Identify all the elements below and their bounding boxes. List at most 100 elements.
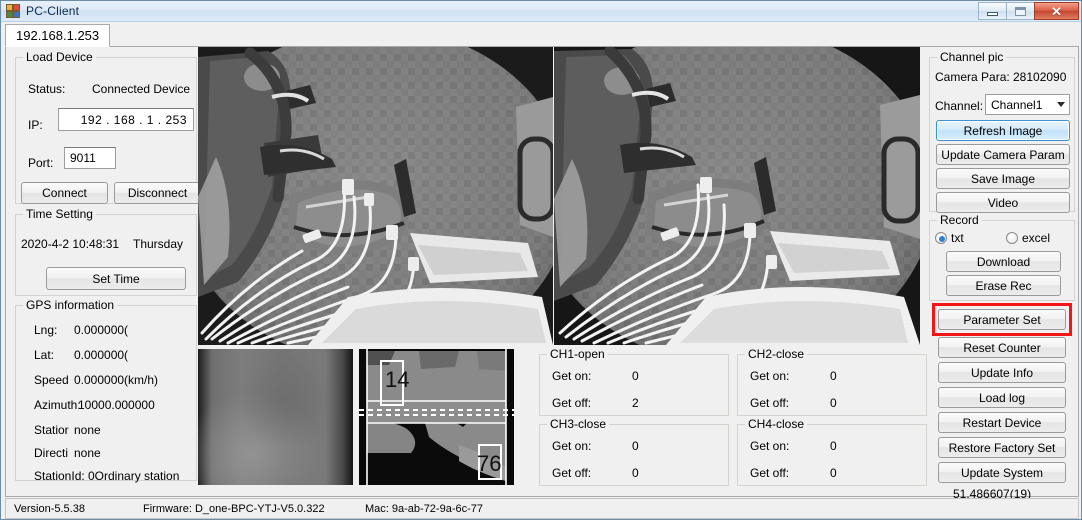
minimize-icon: [987, 11, 998, 16]
radio-unselected-icon: [1006, 232, 1018, 244]
channel-pic-group: Channel pic Camera Para: 28102090 Channe…: [929, 50, 1075, 213]
update-system-button[interactable]: Update System: [938, 462, 1066, 483]
ch2-legend: CH2-close: [745, 347, 808, 361]
ch2-get-off-value: 0: [830, 396, 837, 410]
record-format-txt-radio[interactable]: txt: [935, 231, 964, 245]
restart-device-button[interactable]: Restart Device: [938, 412, 1066, 433]
ip-label: IP:: [28, 118, 43, 132]
ch3-group: CH3-close Get on: 0 Get off: 0: [539, 417, 729, 486]
ch3-get-on-label: Get on:: [552, 439, 592, 453]
gps-row-label-4: Statior: [34, 423, 69, 437]
gps-row-value-0: 0.000000(: [74, 323, 129, 337]
ch1-get-on-label: Get on:: [552, 369, 592, 383]
gps-legend: GPS information: [23, 298, 118, 312]
thumbnail-depth-canvas: 14 76: [359, 349, 514, 485]
maximize-button[interactable]: [1006, 2, 1035, 20]
camera-para-label: Camera Para:: [935, 70, 1010, 84]
channel-select[interactable]: Channel1: [985, 94, 1070, 115]
gps-row-value-6: 0Ordinary station: [88, 469, 180, 483]
time-setting-legend: Time Setting: [23, 207, 96, 221]
current-datetime: 2020-4-2 10:48:31: [21, 237, 120, 251]
load-device-legend: Load Device: [23, 50, 96, 64]
load-device-group: Load Device Status: Connected Device IP:…: [15, 50, 201, 204]
gps-row-label-1: Lat:: [34, 348, 55, 362]
save-image-button[interactable]: Save Image: [936, 168, 1070, 189]
app-icon: [5, 3, 21, 19]
channel-select-value: Channel1: [991, 97, 1043, 112]
ip-input[interactable]: 192 . 168 . 1 . 253: [58, 108, 194, 131]
gps-row-label-2: Speed: [34, 373, 69, 387]
camera-view-left[interactable]: [198, 47, 553, 345]
erase-rec-button[interactable]: Erase Rec: [946, 275, 1061, 296]
status-bar: Version-5.5.38 Firmware: D_one-BPC-YTJ-V…: [5, 498, 1079, 519]
ch4-legend: CH4-close: [745, 417, 808, 431]
record-format-excel-label: excel: [1022, 231, 1051, 245]
gps-row-label-6: StationId:: [34, 469, 85, 483]
camera-para-value: 28102090: [1013, 70, 1067, 84]
ch1-get-off-value: 2: [632, 396, 639, 410]
overlay-count-top: 14: [385, 367, 409, 392]
ch3-get-off-label: Get off:: [552, 466, 592, 480]
ch2-group: CH2-close Get on: 0 Get off: 0: [737, 347, 927, 416]
maximize-icon: [1015, 6, 1026, 16]
ch1-get-off-label: Get off:: [552, 396, 592, 410]
gps-row-value-4: none: [74, 423, 101, 437]
chevron-down-icon[interactable]: [1052, 95, 1069, 114]
record-group: Record txt excel Download Erase Rec: [929, 213, 1075, 301]
channel-pic-legend: Channel pic: [937, 50, 1007, 64]
disconnect-button[interactable]: Disconnect: [114, 182, 201, 204]
reset-counter-button[interactable]: Reset Counter: [938, 337, 1066, 358]
refresh-image-button[interactable]: Refresh Image: [936, 120, 1070, 141]
current-weekday: Thursday: [133, 237, 184, 251]
ch3-get-on-value: 0: [632, 439, 639, 453]
ch4-get-off-label: Get off:: [750, 466, 790, 480]
radio-selected-icon: [935, 232, 947, 244]
ch2-get-on-label: Get on:: [750, 369, 790, 383]
update-info-button[interactable]: Update Info: [938, 362, 1066, 383]
window-title: PC-Client: [26, 4, 80, 18]
status-value: Connected Device: [92, 82, 191, 96]
time-setting-group: Time Setting 2020-4-2 10:48:31 Thursday …: [15, 207, 197, 296]
record-legend: Record: [937, 213, 982, 227]
update-camera-param-button[interactable]: Update Camera Param: [936, 144, 1070, 165]
gps-row-value-5: none: [74, 446, 101, 460]
ch1-group: CH1-open Get on: 0 Get off: 2: [539, 347, 729, 416]
status-firmware: Firmware: D_one-BPC-YTJ-V5.0.322: [143, 503, 325, 515]
gps-row-label-5: Directi: [34, 446, 69, 460]
camera-left-image: [198, 47, 553, 345]
camera-right-image: [554, 47, 920, 345]
download-button[interactable]: Download: [946, 251, 1061, 272]
window-controls: ✕: [978, 2, 1079, 20]
ch4-get-on-label: Get on:: [750, 439, 790, 453]
minimize-button[interactable]: [978, 2, 1007, 20]
video-button[interactable]: Video: [936, 192, 1070, 213]
thumbnail-depth-image[interactable]: 14 76: [359, 349, 514, 485]
port-input[interactable]: 9011: [64, 147, 116, 169]
tab-strip: 192.168.1.253: [5, 23, 1079, 47]
gps-row-label-3: Azimuth:: [34, 398, 81, 412]
port-label: Port:: [28, 156, 54, 170]
record-format-txt-label: txt: [951, 231, 964, 245]
status-mac: Mac: 9a-ab-72-9a-6c-77: [365, 503, 484, 515]
close-icon: ✕: [1051, 3, 1062, 19]
gps-row-value-3: 10000.000000: [78, 398, 155, 412]
thumbnail-gray-image[interactable]: [198, 349, 353, 485]
gps-row-value-2: 0.000000(km/h): [74, 373, 159, 387]
application-window: PC-Client ✕ 192.168.1.253 Load Device St…: [0, 0, 1082, 520]
parameter-set-button[interactable]: Parameter Set: [938, 309, 1066, 330]
gps-row-value-1: 0.000000(: [74, 348, 129, 362]
ch3-legend: CH3-close: [547, 417, 610, 431]
title-bar: PC-Client ✕: [1, 1, 1081, 22]
tab-192-168-1-253[interactable]: 192.168.1.253: [5, 24, 111, 47]
record-format-excel-radio[interactable]: excel: [1006, 231, 1050, 245]
gps-row-label-0: Lng:: [34, 323, 58, 337]
ch3-get-off-value: 0: [632, 466, 639, 480]
close-button[interactable]: ✕: [1034, 2, 1079, 20]
load-log-button[interactable]: Load log: [938, 387, 1066, 408]
ch1-legend: CH1-open: [547, 347, 608, 361]
connect-button[interactable]: Connect: [21, 182, 108, 204]
camera-view-right[interactable]: [554, 47, 920, 345]
restore-factory-set-button[interactable]: Restore Factory Set: [938, 437, 1066, 458]
set-time-button[interactable]: Set Time: [46, 267, 186, 290]
ch2-get-on-value: 0: [830, 369, 837, 383]
